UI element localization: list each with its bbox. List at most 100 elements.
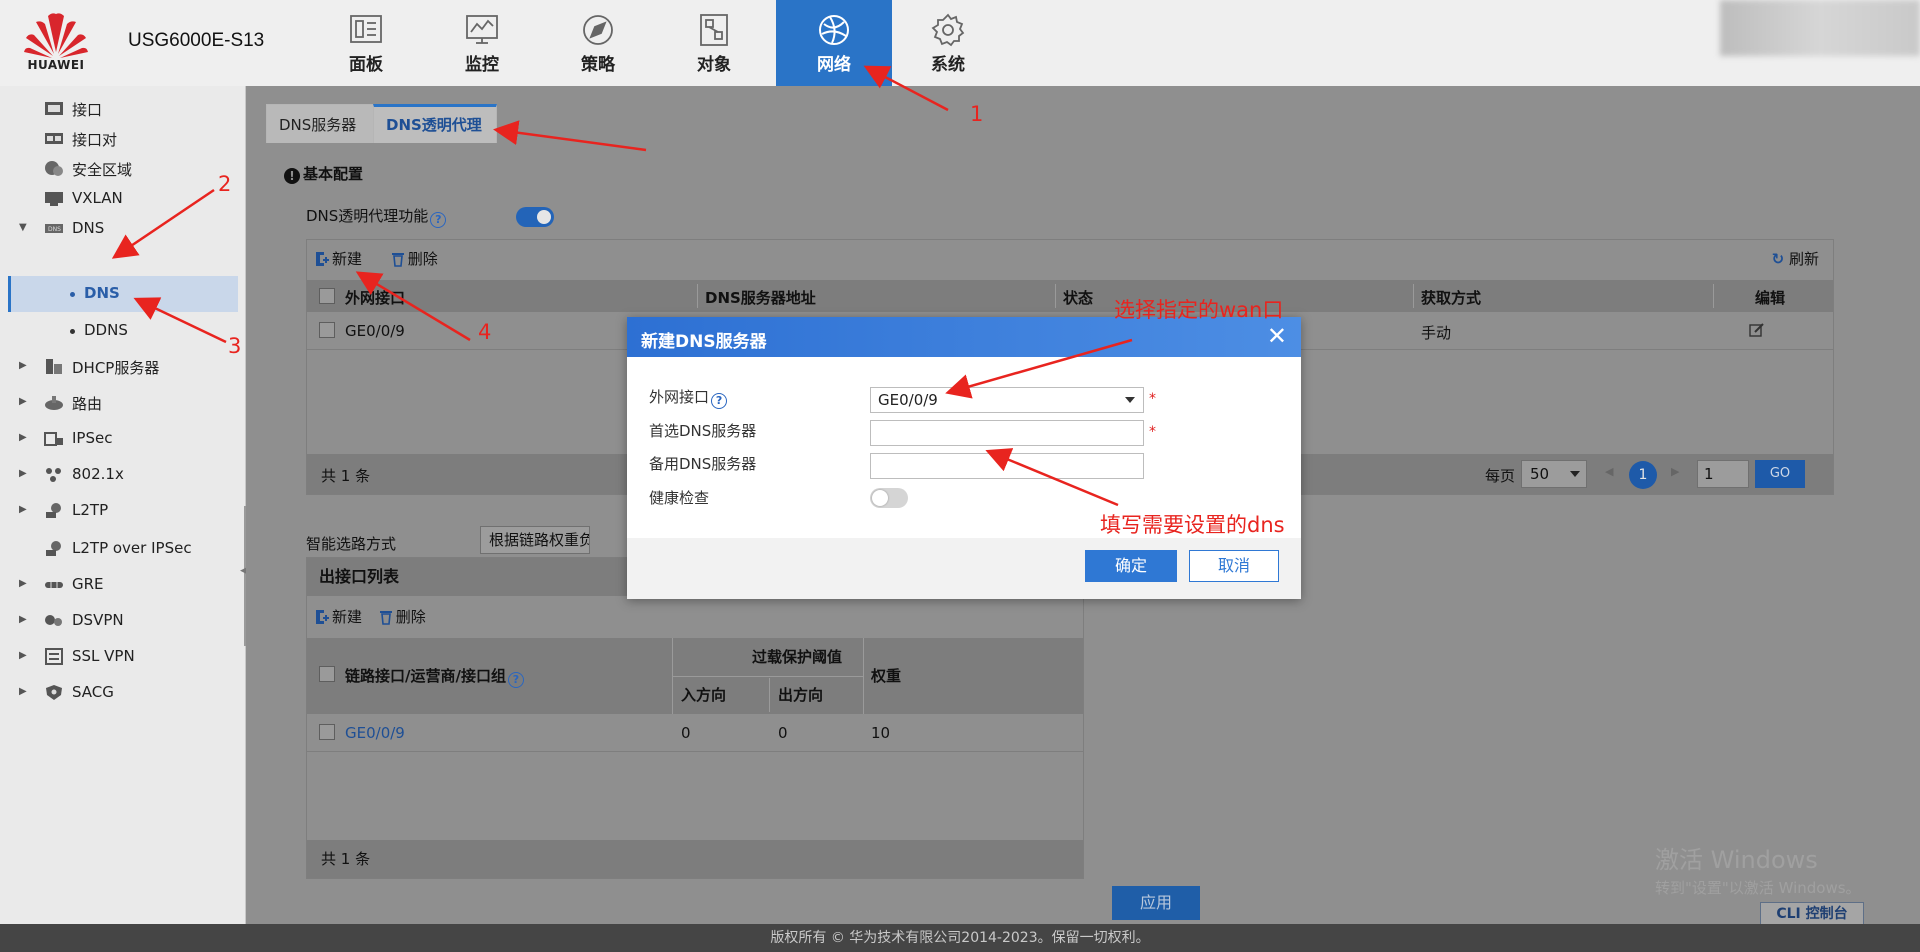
- cancel-button[interactable]: 取消: [1189, 550, 1279, 582]
- sidebar-item-dhcp-server[interactable]: ▶ DHCP服务器: [0, 352, 240, 382]
- nav-label: 面板: [349, 55, 383, 75]
- sidebar-item-sacg[interactable]: ▶ SACG: [0, 678, 240, 708]
- interface-link[interactable]: GE0/0/9: [345, 724, 405, 742]
- dialog-title: 新建DNS服务器: [641, 332, 767, 352]
- col-divider: [697, 284, 698, 308]
- monitor-icon: [466, 15, 498, 44]
- go-button[interactable]: GO: [1755, 460, 1805, 488]
- per-page-select[interactable]: 50: [1521, 460, 1587, 488]
- apply-button[interactable]: 应用: [1112, 886, 1200, 920]
- sidebar-item-l2tp[interactable]: ▶ L2TP: [0, 496, 240, 526]
- confirm-button[interactable]: 确定: [1085, 550, 1177, 582]
- sidebar-item-dsvpn[interactable]: ▶ DSVPN: [0, 606, 240, 636]
- nav-dashboard[interactable]: 面板: [308, 0, 424, 86]
- delete-button[interactable]: 删除: [379, 608, 426, 626]
- edit-icon[interactable]: [1749, 322, 1765, 338]
- sidebar-item-route[interactable]: ▶ 路由: [0, 388, 240, 418]
- row-checkbox[interactable]: [319, 322, 335, 338]
- sidebar-item-ipsec[interactable]: ▶ IPSec: [0, 424, 240, 454]
- col-wan-interface: 外网接口: [345, 289, 406, 307]
- trash-icon: [391, 253, 404, 267]
- new-button[interactable]: 新建: [315, 608, 362, 626]
- wan-interface-select[interactable]: GE0/0/9: [870, 387, 1144, 413]
- smart-routing-select[interactable]: 根据链路权重负: [480, 526, 590, 554]
- copyright-footer: 版权所有 © 华为技术有限公司2014-2023。保留一切权利。: [0, 924, 1920, 952]
- brand-text: HUAWEI: [27, 58, 85, 72]
- nav-label: 系统: [931, 55, 965, 75]
- expand-right-icon: ▶: [19, 432, 27, 443]
- sidebar-item-security-zone[interactable]: 安全区域: [0, 154, 240, 184]
- row-checkbox[interactable]: [319, 724, 335, 740]
- expand-right-icon: ▶: [19, 396, 27, 407]
- help-icon[interactable]: ?: [430, 212, 447, 228]
- svg-text:DNS: DNS: [48, 226, 61, 233]
- expand-down-icon: ▼: [19, 222, 27, 233]
- primary-dns-label: 首选DNS服务器: [649, 422, 757, 440]
- backup-dns-input[interactable]: [870, 453, 1144, 479]
- nav-system[interactable]: 系统: [890, 0, 1006, 86]
- sidebar-item-interface-pair[interactable]: 接口对: [0, 124, 240, 154]
- per-page-label: 每页: [1485, 467, 1516, 485]
- sidebar-item-dns[interactable]: DNS: [8, 276, 238, 312]
- trash-icon: [379, 611, 392, 625]
- info-icon: !: [284, 168, 300, 184]
- proxy-function-toggle[interactable]: [516, 207, 554, 227]
- health-check-label: 健康检查: [649, 489, 710, 507]
- sidebar-item-ssl-vpn[interactable]: ▶ SSL VPN: [0, 642, 240, 672]
- help-icon[interactable]: ?: [711, 393, 728, 409]
- select-all-checkbox[interactable]: [319, 288, 335, 304]
- policy-icon: [583, 15, 613, 45]
- new-icon: [316, 252, 329, 266]
- dhcp-server-icon: [46, 359, 62, 374]
- next-page-icon[interactable]: ▶: [1671, 465, 1679, 478]
- prev-page-icon[interactable]: ◀: [1605, 465, 1613, 478]
- sidebar-item-8021x[interactable]: ▶ 802.1x: [0, 460, 240, 490]
- sidebar-item-interface[interactable]: 接口: [0, 94, 240, 124]
- user-info-blurred: [1720, 0, 1920, 56]
- help-icon[interactable]: ?: [507, 672, 524, 688]
- current-page[interactable]: 1: [1629, 461, 1657, 489]
- col-divider: [1713, 284, 1714, 308]
- new-button[interactable]: 新建: [315, 250, 374, 268]
- col-divider: [1413, 284, 1414, 308]
- primary-dns-input[interactable]: [870, 420, 1144, 446]
- page-jump-input[interactable]: 1: [1697, 460, 1749, 488]
- sidebar-item-gre[interactable]: ▶ GRE: [0, 570, 240, 600]
- nav-network[interactable]: 网络: [776, 0, 892, 86]
- refresh-button[interactable]: ↻ 刷新: [1772, 248, 1819, 269]
- expand-right-icon: ▶: [19, 468, 27, 479]
- new-icon: [316, 610, 329, 624]
- cell-inbound: 0: [681, 724, 691, 742]
- nav-object[interactable]: 对象: [656, 0, 772, 86]
- chevron-down-icon: [1570, 471, 1580, 477]
- list-row[interactable]: GE0/0/9 0 0 10: [307, 714, 1083, 752]
- expand-right-icon: ▶: [19, 686, 27, 697]
- close-icon[interactable]: ✕: [1267, 323, 1287, 349]
- col-inbound: 入方向: [681, 686, 727, 704]
- health-check-toggle[interactable]: [870, 488, 908, 508]
- cell-outbound: 0: [778, 724, 788, 742]
- annotation-number-1: 1: [970, 102, 984, 126]
- cell-wan-interface: GE0/0/9: [345, 322, 405, 340]
- sidebar-item-vxlan[interactable]: VXLAN: [0, 184, 240, 214]
- list-toolbar: 新建 删除: [315, 606, 426, 627]
- table-header: 外网接口 DNS服务器地址 状态 获取方式 编辑: [307, 280, 1833, 312]
- nav-policy[interactable]: 策略: [540, 0, 656, 86]
- col-edit: 编辑: [1755, 289, 1786, 307]
- annotation-fill-dns: 填写需要设置的dns: [1100, 513, 1285, 537]
- select-all-checkbox[interactable]: [319, 666, 335, 682]
- required-mark: *: [1149, 424, 1156, 440]
- tab-dns-server[interactable]: DNS服务器: [266, 104, 374, 144]
- tab-dns-transparent-proxy[interactable]: DNS透明代理: [373, 104, 497, 144]
- nav-label: 监控: [465, 55, 499, 75]
- ssl-vpn-icon: [45, 648, 63, 665]
- sidebar-item-ddns[interactable]: DDNS: [0, 316, 240, 346]
- sidebar-item-l2tp-over-ipsec[interactable]: L2TP over IPSec: [0, 534, 240, 564]
- delete-button[interactable]: 删除: [391, 250, 450, 268]
- expand-right-icon: ▶: [19, 578, 27, 589]
- network-globe-icon: [819, 15, 849, 45]
- nav-monitor[interactable]: 监控: [424, 0, 540, 86]
- sidebar-item-dns-group[interactable]: ▼ DNS DNS: [0, 214, 240, 244]
- record-count: 共 1 条: [321, 467, 371, 485]
- cli-console-button[interactable]: CLI 控制台: [1760, 902, 1864, 926]
